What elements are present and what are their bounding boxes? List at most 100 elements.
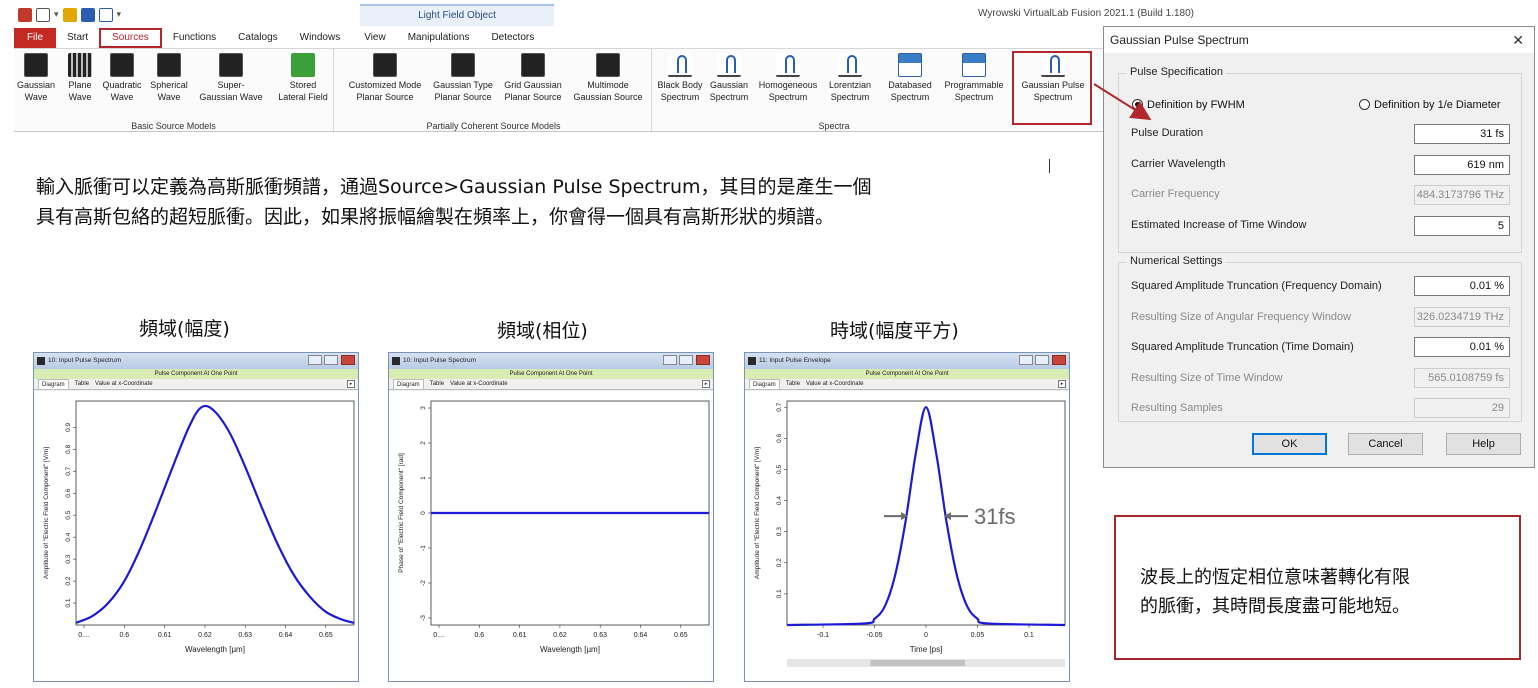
minimize-icon[interactable] (308, 355, 322, 365)
y-tick-label: 0.7 (65, 466, 72, 475)
multimode-gaussian-source-button[interactable]: Multimode Gaussian Source (568, 53, 648, 103)
x-tick-label: 0.6 (474, 632, 484, 639)
cancel-button[interactable]: Cancel (1348, 433, 1423, 455)
description-text: 輸入脈衝可以定義為高斯脈衝頻譜，通過Source>Gaussian Pulse … (36, 172, 1076, 232)
tab-diagram[interactable]: Diagram (749, 379, 780, 389)
maximize-icon[interactable] (679, 355, 693, 365)
tab-file[interactable]: File (14, 28, 56, 48)
y-axis-label: Amplitude of "Electric Field Component" … (43, 447, 50, 579)
open-folder-icon[interactable] (62, 8, 77, 22)
carrier-wavelength-input[interactable]: 619 nm (1414, 155, 1510, 175)
chevron-down-icon[interactable]: ▾ (54, 8, 59, 22)
tab-diagram[interactable]: Diagram (38, 379, 69, 389)
close-icon[interactable] (696, 355, 710, 365)
y-tick-label: 0.8 (65, 444, 72, 453)
customize-toolbar-icon[interactable]: ▾ (117, 8, 122, 22)
tab-catalogs[interactable]: Catalogs (227, 28, 288, 48)
programmable-spectrum-button[interactable]: Programmable Spectrum (940, 53, 1008, 103)
tab-table[interactable]: Table (786, 379, 800, 389)
radio-1e-diameter[interactable]: Definition by 1/e Diameter (1359, 99, 1501, 111)
x-tick-label: 0.... (78, 632, 90, 639)
spherical-wave-button[interactable]: Spherical Wave (146, 53, 192, 103)
tab-windows[interactable]: Windows (289, 28, 352, 48)
time-window-increase-input[interactable]: 5 (1414, 216, 1510, 236)
customized-mode-planar-source-button[interactable]: Customized Mode Planar Source (344, 53, 426, 103)
close-icon[interactable] (341, 355, 355, 365)
y-tick-label: -2 (420, 580, 427, 586)
grid-source-icon (521, 53, 545, 77)
radio-empty-icon (1359, 99, 1370, 110)
tab-view[interactable]: View (353, 28, 397, 48)
plot-window-phase[interactable]: 10: Input Pulse Spectrum Pulse Component… (388, 352, 714, 682)
black-body-spectrum-icon (668, 53, 692, 77)
y-tick-label: 3 (420, 406, 427, 410)
plot-title-bar: 10: Input Pulse Spectrum (389, 353, 713, 369)
phase-chart: 0.... 0.6 0.61 0.62 0.63 0.64 0.65 -3 -2 -1 0 1 2 3 Wa… (389, 391, 713, 681)
plot-window-amplitude[interactable]: 10: Input Pulse Spectrum Pulse Component… (33, 352, 359, 682)
minimize-icon[interactable] (663, 355, 677, 365)
plot-banner: Pulse Component At One Point (34, 369, 358, 379)
maximize-icon[interactable] (324, 355, 338, 365)
gaussian-type-planar-source-button[interactable]: Gaussian Type Planar Source (428, 53, 498, 103)
gaussian-wave-icon (24, 53, 48, 77)
super-gaussian-wave-button[interactable]: Super- Gaussian Wave (194, 53, 268, 103)
tab-detectors[interactable]: Detectors (480, 28, 545, 48)
ribbon-body: Gaussian Wave Plane Wave Quadratic Wave … (14, 48, 1268, 133)
y-tick-label: 0.5 (776, 465, 783, 474)
tab-diagram[interactable]: Diagram (393, 379, 424, 389)
new-document-icon[interactable] (36, 8, 50, 22)
y-axis-label: Amplitude of "Electric Field Component" … (754, 447, 761, 579)
chevron-right-icon[interactable]: ▸ (1058, 380, 1066, 388)
pulse-duration-input[interactable]: 31 fs (1414, 124, 1510, 144)
homogeneous-spectrum-button[interactable]: Homogeneous Spectrum (754, 53, 822, 103)
tab-value-at-x[interactable]: Value at x-Coordinate (806, 379, 864, 389)
plot-banner: Pulse Component At One Point (389, 369, 713, 379)
gaussian-wave-button[interactable]: Gaussian Wave (16, 53, 56, 103)
sq-freq-input[interactable]: 0.01 % (1414, 276, 1510, 296)
catalog-icon[interactable] (98, 8, 113, 22)
plot-window-envelope[interactable]: 11: Input Pulse Envelope Pulse Component… (744, 352, 1070, 682)
gaussian-spectrum-button[interactable]: Gaussian Spectrum (706, 53, 752, 103)
maximize-icon[interactable] (1035, 355, 1049, 365)
y-tick-label: 0.2 (65, 576, 72, 585)
help-button[interactable]: Help (1446, 433, 1521, 455)
minimize-icon[interactable] (1019, 355, 1033, 365)
dialog-title-bar: Gaussian Pulse Spectrum ✕ (1104, 27, 1534, 53)
group-label: Spectra (818, 121, 850, 131)
chevron-right-icon[interactable]: ▸ (702, 380, 710, 388)
quadratic-wave-button[interactable]: Quadratic Wave (100, 53, 144, 103)
sq-time-input[interactable]: 0.01 % (1414, 337, 1510, 357)
angular-frequency-window-value: 326.0234719 THz (1414, 307, 1510, 327)
grid-gaussian-planar-source-button[interactable]: Grid Gaussian Planar Source (500, 53, 566, 103)
tab-value-at-x[interactable]: Value at x-Coordinate (95, 379, 153, 389)
lorentzian-spectrum-button[interactable]: Lorentzian Spectrum (824, 53, 876, 103)
app-logo-icon[interactable] (18, 8, 32, 22)
tab-table[interactable]: Table (430, 379, 444, 389)
y-tick-label: 0.4 (65, 532, 72, 541)
tab-value-at-x[interactable]: Value at x-Coordinate (450, 379, 508, 389)
tab-start[interactable]: Start (56, 28, 99, 48)
envelope-chart: -0.1 -0.05 0 0.05 0.1 0.1 0.2 0.3 0.4 0.5 0.6 0.7 Ti… (745, 391, 1069, 681)
title-bar: ▾ ▾ Light Field Object Wyrowski VirtualL… (14, 4, 1268, 26)
tab-functions[interactable]: Functions (162, 28, 227, 48)
carrier-frequency-value: 484.3173796 THz (1414, 185, 1510, 205)
save-icon[interactable] (80, 8, 95, 22)
black-body-spectrum-button[interactable]: Black Body Spectrum (654, 53, 706, 103)
group-label: Basic Source Models (131, 121, 216, 131)
x-tick-label: 0.62 (553, 632, 567, 639)
chevron-right-icon[interactable]: ▸ (347, 380, 355, 388)
radio-fwhm[interactable]: Definition by FWHM (1132, 99, 1245, 111)
tab-manipulations[interactable]: Manipulations (397, 28, 481, 48)
programmable-spectrum-icon (962, 53, 986, 77)
close-icon[interactable] (1052, 355, 1066, 365)
plane-wave-button[interactable]: Plane Wave (60, 53, 100, 103)
tab-sources[interactable]: Sources (99, 28, 162, 48)
stored-lateral-field-button[interactable]: Stored Lateral Field (272, 53, 334, 103)
pulse-duration-label: Pulse Duration (1131, 127, 1204, 139)
databased-spectrum-button[interactable]: Databased Spectrum (882, 53, 938, 103)
ok-button[interactable]: OK (1252, 433, 1327, 455)
x-tick-label: 0.65 (319, 632, 333, 639)
close-icon[interactable]: ✕ (1512, 27, 1524, 53)
group-partially-coherent: Customized Mode Planar Source Gaussian T… (336, 49, 652, 133)
tab-table[interactable]: Table (75, 379, 89, 389)
